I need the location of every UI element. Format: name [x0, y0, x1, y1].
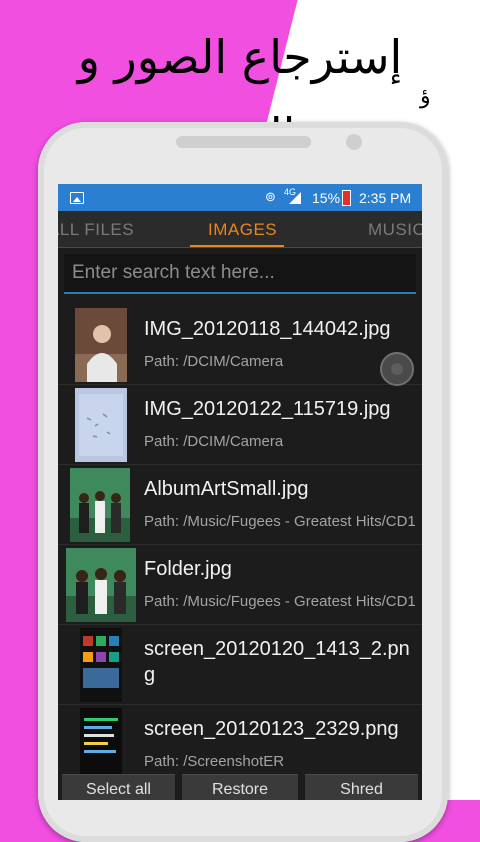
- file-path: Path: /Music/Fugees - Greatest Hits/CD1: [144, 513, 416, 530]
- file-path: Path: /Music/Fugees - Greatest Hits/CD1: [144, 593, 416, 610]
- file-thumbnail: [66, 548, 136, 622]
- phone-screen: ⊚ 4G 15% 2:35 PM ALL FILES IMAGES MUSIC …: [58, 184, 422, 800]
- tab-music[interactable]: MUSIC: [368, 220, 422, 240]
- tab-bar: ALL FILES IMAGES MUSIC: [58, 211, 422, 248]
- battery-percent: 15%: [312, 190, 341, 206]
- file-name: IMG_20120118_144042.jpg: [144, 318, 391, 340]
- file-thumbnail: [80, 628, 122, 702]
- tab-all-files[interactable]: ALL FILES: [58, 220, 134, 240]
- file-thumbnail: [75, 308, 127, 382]
- file-path: Path: /ScreenshotER: [144, 753, 285, 770]
- file-name: screen_20120120_1413_2.png: [144, 638, 410, 686]
- file-name: screen_20120123_2329.png: [144, 718, 399, 740]
- image-notification-icon: [70, 192, 84, 204]
- file-row[interactable]: AlbumArtSmall.jpg Path: /Music/Fugees - …: [58, 464, 422, 545]
- file-path: Path: /DCIM/Camera: [144, 433, 284, 450]
- file-thumbnail: [75, 388, 127, 462]
- floating-assistive-button[interactable]: [380, 352, 414, 386]
- file-row[interactable]: screen_20120120_1413_2.png: [58, 624, 422, 705]
- signal-icon: [289, 192, 301, 204]
- file-path: Path: /DCIM/Camera: [144, 353, 284, 370]
- search-box: [64, 254, 416, 294]
- tab-images[interactable]: IMAGES: [208, 220, 277, 240]
- file-name: IMG_20120122_115719.jpg: [144, 398, 391, 420]
- search-input[interactable]: [64, 254, 416, 292]
- status-bar: ⊚ 4G 15% 2:35 PM: [58, 184, 422, 211]
- promo-title: إسترجاع الصور و الفديو: [77, 30, 403, 162]
- file-name: AlbumArtSmall.jpg: [144, 478, 309, 500]
- hotspot-icon: ⊚: [265, 189, 276, 204]
- file-row[interactable]: screen_20120123_2329.png Path: /Screensh…: [58, 704, 422, 785]
- phone-speaker: [176, 136, 311, 148]
- phone-camera: [346, 134, 362, 150]
- action-bar: Select all Restore Shred: [58, 774, 422, 800]
- file-name: Folder.jpg: [144, 558, 232, 580]
- shred-button[interactable]: Shred: [305, 774, 418, 800]
- file-thumbnail: [70, 468, 130, 542]
- file-row[interactable]: Folder.jpg Path: /Music/Fugees - Greates…: [58, 544, 422, 625]
- restore-button[interactable]: Restore: [182, 774, 298, 800]
- clock: 2:35 PM: [359, 190, 412, 206]
- file-row[interactable]: IMG_20120122_115719.jpg Path: /DCIM/Came…: [58, 384, 422, 465]
- tab-divider: [58, 247, 422, 248]
- promo-mark: ؤ: [420, 84, 431, 109]
- file-thumbnail: [80, 708, 122, 782]
- file-row[interactable]: IMG_20120118_144042.jpg Path: /DCIM/Came…: [58, 304, 422, 385]
- battery-icon: [342, 190, 351, 206]
- select-all-button[interactable]: Select all: [62, 774, 175, 800]
